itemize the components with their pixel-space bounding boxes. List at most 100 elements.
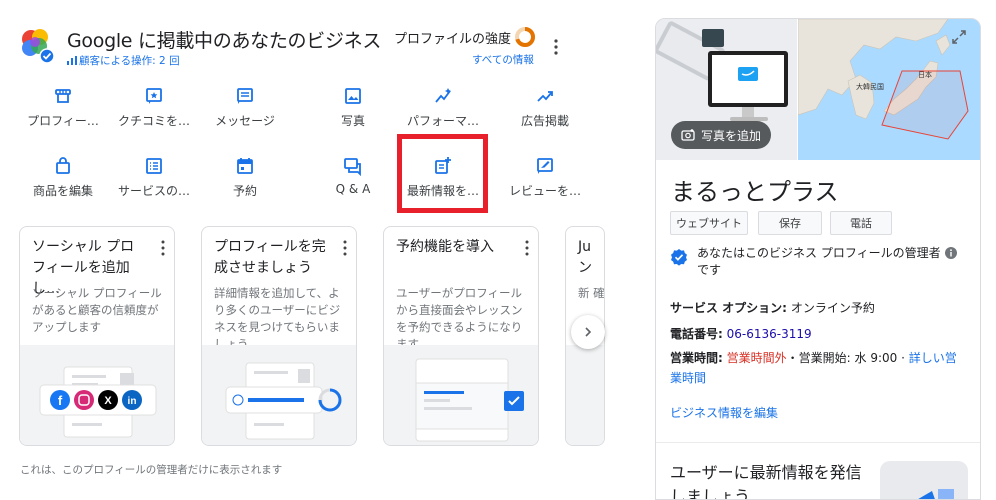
calendar-icon: [237, 158, 253, 174]
hours-detail-link-1[interactable]: 詳しい営: [909, 351, 957, 365]
svg-text:X: X: [104, 395, 112, 407]
card-more-icon[interactable]: [524, 239, 530, 257]
edit-business-info-link[interactable]: ビジネス情報を編集: [670, 404, 778, 421]
card-more-icon[interactable]: [342, 239, 348, 257]
card-desc: 新 確: [578, 286, 605, 300]
action-trending[interactable]: 広告掲載: [498, 86, 592, 129]
verified-icon: [671, 249, 687, 266]
action-label: 広告掲載: [520, 114, 569, 128]
info-icon[interactable]: [944, 247, 957, 259]
admin-only-note: これは、このプロフィールの管理者だけに表示されます: [20, 464, 283, 476]
phone-label: 電話番号:: [670, 327, 723, 341]
storefront-icon: [55, 89, 71, 103]
carousel-next-button[interactable]: [571, 315, 605, 349]
service-options-label: サービス オプション:: [670, 301, 787, 315]
card-booking[interactable]: 予約機能を導入 ユーザーがプロフィールから直接面会やレッスンを予約できるようにな…: [383, 226, 539, 446]
save-button[interactable]: 保存: [758, 211, 822, 235]
message-icon: [237, 88, 253, 104]
more-options-icon[interactable]: [552, 38, 560, 56]
admin-text-2: です: [697, 263, 722, 277]
card-title: 予約機能を導入: [396, 239, 494, 255]
business-name: まるっとプラス: [671, 178, 839, 206]
profile-strength-ring-icon: [515, 27, 535, 47]
action-review-star[interactable]: クチコミを…: [107, 86, 201, 129]
action-label: パフォーマ…: [406, 114, 479, 128]
action-calendar[interactable]: 予約: [198, 156, 292, 199]
action-message[interactable]: メッセージ: [198, 86, 292, 129]
promo-line-2: しましょう: [670, 487, 751, 500]
call-button[interactable]: 電話: [830, 211, 892, 235]
review-request-icon: [537, 158, 553, 174]
business-profile-panel: 写真を追加 大韓民国 日本 まるっとプラス ウェブサイト 保存 電話 あなたはこ…: [655, 18, 981, 500]
interactions-link[interactable]: 顧客による操作: 2 回: [67, 53, 180, 68]
website-button[interactable]: ウェブサイト: [670, 211, 748, 235]
action-label: 写真: [340, 114, 365, 128]
card-illustration: [566, 345, 604, 445]
action-photo[interactable]: 写真: [306, 86, 400, 129]
card-social-profile[interactable]: ソーシャル プロフィールを追加し… ソーシャル プロフィールがあると顧客の信頼度…: [19, 226, 175, 446]
action-label: クチコミを…: [117, 114, 190, 128]
add-photo-label: 写真を追加: [701, 128, 762, 143]
svg-text:f: f: [58, 393, 63, 408]
business-logo-icon: [22, 29, 55, 64]
interactions-label: 顧客による操作: 2 回: [79, 55, 180, 67]
hours-status: 営業時間外: [726, 351, 787, 365]
card-complete-profile[interactable]: プロフィールを完成させましょう 詳細情報を追加して、より多くのユーザーにビジネス…: [201, 226, 357, 446]
all-info-link[interactable]: すべての情報: [472, 52, 534, 67]
divider: [656, 442, 980, 443]
chevron-right-icon: [585, 327, 592, 337]
photo-icon: [345, 88, 361, 104]
shopping-bag-icon: [56, 157, 70, 174]
business-photo[interactable]: 写真を追加: [656, 19, 797, 160]
card-illustration: f X in: [20, 345, 174, 445]
action-shopping-bag[interactable]: 商品を編集: [16, 156, 110, 199]
card-illustration: [384, 345, 538, 445]
add-photo-button[interactable]: 写真を追加: [671, 121, 772, 149]
action-performance[interactable]: パフォーマ…: [396, 86, 490, 129]
list-icon: [146, 158, 162, 174]
card-title: プロフィールを完成させましょう: [214, 239, 326, 276]
action-list[interactable]: サービスの…: [107, 156, 201, 199]
action-label: メッセージ: [215, 114, 275, 128]
phone-row: 電話番号: 06-6136-3119: [670, 325, 812, 343]
performance-icon: [435, 88, 451, 103]
card-desc: ユーザーがプロフィールから直接面会やレッスンを予約できるようになります: [396, 286, 523, 351]
admin-status-text: あなたはこのビジネス プロフィールの管理者 です: [697, 245, 957, 279]
action-label: Q & A: [335, 182, 371, 196]
expand-icon[interactable]: [950, 28, 968, 46]
map-thumbnail[interactable]: 大韓民国 日本: [798, 19, 980, 160]
map-label-korea: 大韓民国: [856, 82, 884, 91]
map-label-japan: 日本: [918, 70, 932, 79]
action-label: プロフィー…: [27, 114, 99, 128]
action-label: 商品を編集: [32, 184, 93, 198]
phone-link[interactable]: 06-6136-3119: [727, 327, 812, 341]
service-options-value: オンライン予約: [790, 301, 875, 315]
action-label: サービスの…: [117, 184, 190, 198]
service-options-row: サービス オプション: オンライン予約: [670, 299, 875, 317]
hours-row-cont: 業時間: [670, 369, 706, 387]
hours-row: 営業時間: 営業時間外・営業開始: 水 9:00 · 詳しい営: [670, 349, 957, 367]
promo-illustration: [880, 461, 968, 499]
action-qa[interactable]: Q & A: [306, 156, 400, 196]
hours-next-open: ・営業開始: 水 9:00 ·: [786, 351, 905, 365]
admin-text-1: あなたはこのビジネス プロフィールの管理者: [697, 246, 941, 260]
promo-line-1: ユーザーに最新情報を発信: [670, 463, 862, 482]
action-storefront[interactable]: プロフィー…: [16, 86, 110, 129]
hours-detail-link-2[interactable]: 業時間: [670, 371, 706, 385]
add-photo-icon: [681, 129, 695, 141]
bar-chart-icon: [67, 56, 77, 65]
action-review-request[interactable]: レビューを…: [498, 156, 592, 199]
qa-icon: [344, 158, 361, 176]
hours-label: 営業時間:: [670, 351, 723, 365]
trending-icon: [537, 91, 553, 102]
action-label: レビューを…: [508, 184, 581, 198]
card-more-icon[interactable]: [160, 239, 166, 257]
promo-text: ユーザーに最新情報を発信 しましょう: [670, 461, 880, 500]
card-desc: 詳細情報を追加して、より多くのユーザーにビジネスを見つけてもらいましょう: [214, 286, 341, 351]
profile-strength-label: プロファイルの強度: [394, 32, 512, 47]
action-label: 予約: [232, 184, 257, 198]
card-desc: ソーシャル プロフィールがあると顧客の信頼度がアップします: [32, 286, 162, 334]
highlight-box: [397, 134, 488, 213]
review-star-icon: [146, 88, 162, 104]
page-title: Google に掲載中のあなたのビジネス: [67, 30, 382, 52]
